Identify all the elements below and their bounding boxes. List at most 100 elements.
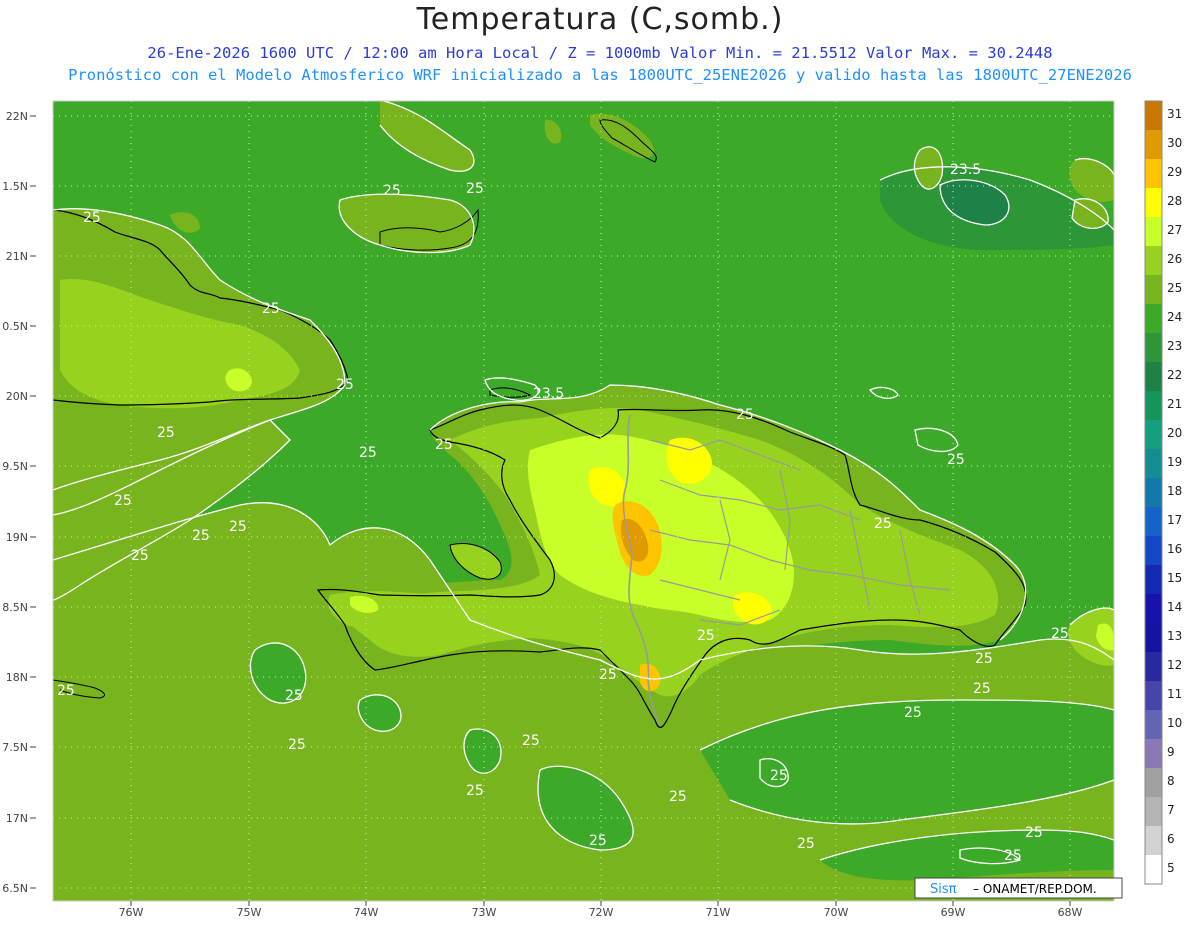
contour-label: 25 (466, 783, 484, 799)
colorbar-swatch (1145, 333, 1162, 362)
colorbar-label: 11 (1167, 687, 1182, 701)
colorbar-label: 30 (1167, 136, 1182, 150)
colorbar-swatch (1145, 652, 1162, 681)
lon-label: 74W (354, 906, 379, 919)
colorbar-label: 19 (1167, 455, 1182, 469)
contour-label: 25 (1025, 825, 1043, 841)
colorbar-swatch (1145, 275, 1162, 304)
colorbar-label: 27 (1167, 223, 1182, 237)
lat-label: 9.5N (2, 460, 28, 473)
colorbar-label: 13 (1167, 629, 1182, 643)
contour-label: 25 (797, 836, 815, 852)
lon-label: 69W (941, 906, 966, 919)
colorbar-swatch (1145, 217, 1162, 246)
colorbar-swatch (1145, 246, 1162, 275)
contour-label: 25 (599, 667, 617, 683)
colorbar-swatch (1145, 623, 1162, 652)
colorbar-swatch (1145, 768, 1162, 797)
contour-label: 25 (1051, 626, 1069, 642)
contour-label: 25 (262, 301, 280, 317)
colorbar-label: 7 (1167, 803, 1175, 817)
colorbar-swatch (1145, 681, 1162, 710)
lon-label: 70W (824, 906, 849, 919)
lon-label: 76W (119, 906, 144, 919)
lat-label: 21N (6, 250, 28, 263)
contour-label: 25 (466, 181, 484, 197)
colorbar-label: 29 (1167, 165, 1182, 179)
latitude-ticks (30, 115, 36, 889)
colorbar-label: 26 (1167, 252, 1182, 266)
lon-label: 68W (1058, 906, 1083, 919)
contour-label: 25 (229, 519, 247, 535)
contour-label: 25 (435, 437, 453, 453)
colorbar-swatch (1145, 130, 1162, 159)
contour-label: 25 (288, 737, 306, 753)
longitude-axis: 76W 75W 74W 73W 72W 71W 70W 69W 68W (119, 906, 1083, 919)
colorbar-swatch (1145, 449, 1162, 478)
colorbar-label: 15 (1167, 571, 1182, 585)
colorbar-label: 31 (1167, 107, 1182, 121)
lon-label: 73W (472, 906, 497, 919)
colorbar-label: 23 (1167, 339, 1182, 353)
lat-label: 17N (6, 812, 28, 825)
credit-text: – ONAMET/REP.DOM. (973, 882, 1097, 896)
colorbar-label: 5 (1167, 861, 1175, 875)
colorbar-label: 8 (1167, 774, 1175, 788)
longitude-ticks (130, 901, 1071, 906)
colorbar-label: 25 (1167, 281, 1182, 295)
colorbar-swatch (1145, 710, 1162, 739)
colorbar-swatch (1145, 420, 1162, 449)
contour-label: 25 (975, 651, 993, 667)
colorbar-swatch (1145, 478, 1162, 507)
colorbar-label: 20 (1167, 426, 1182, 440)
contour-label: 25 (57, 683, 75, 699)
lat-label: 7.5N (2, 741, 28, 754)
colorbar-swatch (1145, 159, 1162, 188)
colorbar-swatch (1145, 188, 1162, 217)
contour-label: 25 (904, 705, 922, 721)
lat-label: 19N (6, 531, 28, 544)
contour-label: 25 (736, 407, 754, 423)
lon-label: 71W (706, 906, 731, 919)
colorbar-label: 12 (1167, 658, 1182, 672)
credit-brand: Sisπ (930, 882, 957, 897)
credit-box: Sisπ – ONAMET/REP.DOM. (914, 877, 1123, 899)
colorbar-swatch (1145, 565, 1162, 594)
colorbar-swatch (1145, 826, 1162, 855)
contour-label: 25 (770, 768, 788, 784)
contour-label: 25 (83, 210, 101, 226)
colorbar: 31 30 29 28 27 26 25 24 23 22 21 20 19 18 17 16 15 14 13 12… (1144, 100, 1182, 885)
contour-label: 25 (383, 183, 401, 199)
contour-label: 25 (669, 789, 687, 805)
colorbar-swatch (1145, 855, 1162, 884)
colorbar-swatch (1145, 797, 1162, 826)
contour-label: 25 (192, 528, 210, 544)
colorbar-swatch (1145, 739, 1162, 768)
contour-label: 25 (114, 493, 132, 509)
contour-label: 25 (157, 425, 175, 441)
colorbar-label: 28 (1167, 194, 1182, 208)
colorbar-swatch (1145, 507, 1162, 536)
colorbar-label: 9 (1167, 745, 1175, 759)
lat-label: 1.5N (2, 180, 28, 193)
colorbar-label: 18 (1167, 484, 1182, 498)
colorbar-swatch (1145, 391, 1162, 420)
colorbar-swatch (1145, 101, 1162, 130)
colorbar-label: 21 (1167, 397, 1182, 411)
contour-label: 25 (973, 681, 991, 697)
lat-label: 6.5N (2, 882, 28, 895)
colorbar-swatch (1145, 536, 1162, 565)
colorbar-label: 14 (1167, 600, 1182, 614)
colorbar-label: 17 (1167, 513, 1182, 527)
contour-label: 25 (522, 733, 540, 749)
colorbar-swatch (1145, 304, 1162, 333)
contour-label: 25 (131, 548, 149, 564)
colorbar-label: 6 (1167, 832, 1175, 846)
contour-label: 25 (1004, 848, 1022, 864)
lat-label: 8.5N (2, 601, 28, 614)
lat-label: 0.5N (2, 320, 28, 333)
colorbar-label: 22 (1167, 368, 1182, 382)
latitude-axis: 22N 1.5N 21N 0.5N 20N 9.5N 19N 8.5N 18N … (2, 110, 28, 895)
colorbar-swatch (1145, 362, 1162, 391)
lat-label: 18N (6, 671, 28, 684)
